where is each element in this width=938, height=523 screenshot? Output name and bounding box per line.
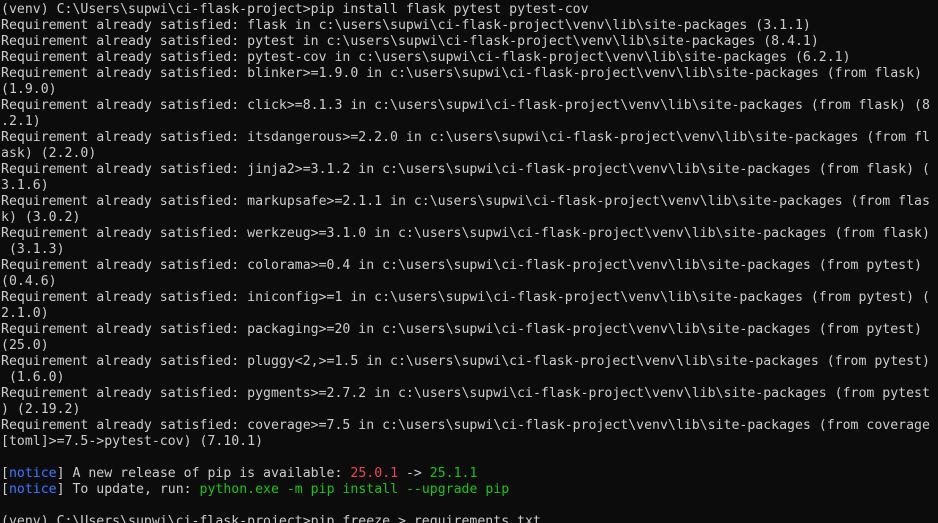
output-line: Requirement already satisfied: colorama>… [1,258,922,273]
notice-label: notice [8,482,57,497]
output-line: ask) (2.2.0) [1,146,97,161]
output-line: Requirement already satisfied: packaging… [1,322,922,337]
output-line: Requirement already satisfied: itsdanger… [1,130,930,145]
output-line: Requirement already satisfied: flask in … [1,18,811,33]
output-line: Requirement already satisfied: click>=8.… [1,98,930,113]
output-line: .2.1) [1,114,41,129]
output-line: Requirement already satisfied: werkzeug>… [1,226,930,241]
new-pip-version: 25.1.1 [429,466,478,481]
output-line: Requirement already satisfied: coverage>… [1,418,930,433]
output-line: (1.9.0) [1,82,57,97]
output-line: Requirement already satisfied: pygments>… [1,386,930,401]
output-line: Requirement already satisfied: pytest in… [1,34,819,49]
output-line: k) (3.0.2) [1,210,81,225]
terminal-window[interactable]: (venv) C:\Users\supwi\ci-flask-project>p… [0,0,938,523]
output-line: (25.0) [1,338,49,353]
output-line: ) (2.19.2) [1,402,81,417]
version-arrow: -> [398,466,430,481]
output-line: (0.4.6) [1,274,57,289]
output-line: 2.1.0) [1,306,49,321]
pip-notice-update: [notice] To update, run: python.exe -m p… [1,482,938,498]
output-line: (1.6.0) [1,370,65,385]
output-line: Requirement already satisfied: markupsaf… [1,194,930,209]
output-line: Requirement already satisfied: iniconfig… [1,290,930,305]
notice-text: A new release of pip is available: [64,466,351,481]
output-line: Requirement already satisfied: pluggy<2,… [1,354,930,369]
output-line: Requirement already satisfied: blinker>=… [1,66,922,81]
notice-label: notice [8,466,57,481]
output-line: Requirement already satisfied: jinja2>=3… [1,162,930,177]
output-line: [toml]>=7.5->pytest-cov) (7.10.1) [1,434,264,449]
output-line: 3.1.6) [1,178,49,193]
old-pip-version: 25.0.1 [350,466,399,481]
output-line: (3.1.3) [1,242,65,257]
notice-close-bracket: ] [56,482,65,497]
upgrade-command: python.exe -m pip install --upgrade pip [199,482,510,497]
notice-text: To update, run: [64,482,200,497]
notice-close-bracket: ] [56,466,65,481]
output-line: Requirement already satisfied: pytest-co… [1,50,851,65]
pip-notice-release: [notice] A new release of pip is availab… [1,466,938,482]
command-prompt-line: (venv) C:\Users\supwi\ci-flask-project>p… [1,2,589,17]
terminal-output: (venv) C:\Users\supwi\ci-flask-project>p… [1,2,938,466]
notice-open-bracket: [ [1,482,9,497]
notice-open-bracket: [ [1,466,9,481]
command-prompt-line[interactable]: (venv) C:\Users\supwi\ci-flask-project>p… [1,514,938,523]
